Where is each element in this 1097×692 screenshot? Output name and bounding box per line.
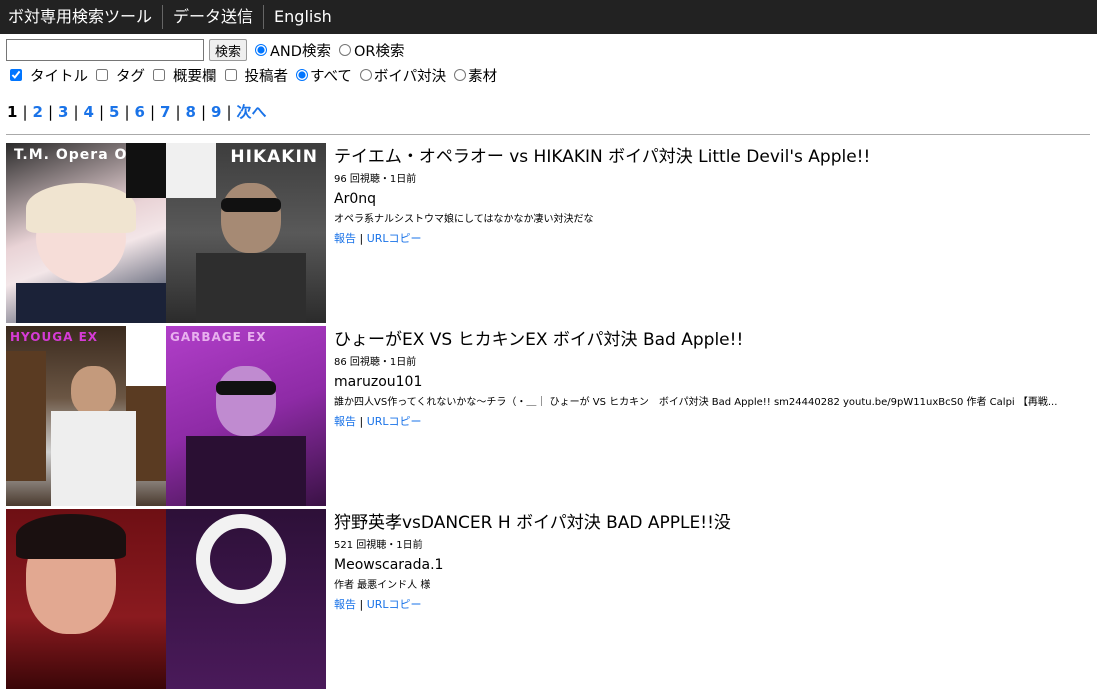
result-item: HYOUGA EX GARBAGE EX ひょーがEX VS ヒカキンEX ボイ…	[6, 326, 1097, 509]
nav-home[interactable]: ボ対専用検索ツール	[8, 5, 162, 29]
and-search-label: AND検索	[270, 43, 331, 60]
filter-poster-label: 投稿者	[244, 68, 289, 85]
nav-english[interactable]: English	[263, 5, 342, 29]
page-link-4[interactable]: 4	[84, 103, 94, 121]
or-search-option[interactable]: OR検索	[338, 40, 405, 61]
page-link-5[interactable]: 5	[109, 103, 119, 121]
page-current: 1	[7, 103, 18, 121]
pagination: 1 | 2 | 3 | 4 | 5 | 6 | 7 | 8 | 9 | 次へ	[7, 103, 267, 121]
result-actions: 報告 | URLコピー	[334, 232, 422, 245]
top-nav: ボ対専用検索ツール データ送信 English	[0, 0, 1097, 34]
video-uploader: maruzou101	[334, 374, 423, 390]
result-actions: 報告 | URLコピー	[334, 415, 422, 428]
video-thumbnail[interactable]: HYOUGA EX GARBAGE EX	[6, 326, 326, 506]
video-uploader: Meowscarada.1	[334, 557, 444, 573]
category-voipa-option[interactable]: ボイパ対決	[359, 65, 447, 86]
thumbnail-right-label: HIKAKIN	[230, 147, 318, 167]
thumbnail-left-label: T.M. Opera O	[14, 147, 128, 163]
nav-data-submit[interactable]: データ送信	[162, 5, 263, 29]
report-link[interactable]: 報告	[334, 598, 356, 611]
category-voipa-radio[interactable]	[359, 69, 372, 81]
category-voipa-label: ボイパ対決	[373, 68, 447, 85]
filter-poster-checkbox[interactable]	[224, 69, 237, 81]
video-meta: 86 回視聴・1日前	[334, 357, 417, 368]
and-search-option[interactable]: AND検索	[255, 40, 331, 61]
result-item: T.M. Opera O HIKAKIN テイエム・オペラオー vs HIKAK…	[6, 143, 1097, 326]
page-link-8[interactable]: 8	[186, 103, 196, 121]
filter-tag-label: タグ	[116, 68, 145, 85]
copy-url-link[interactable]: URLコピー	[367, 232, 422, 245]
report-link[interactable]: 報告	[334, 415, 356, 428]
or-search-label: OR検索	[353, 43, 405, 60]
video-title[interactable]: 狩野英孝vsDANCER H ボイパ対決 BAD APPLE!!没	[334, 511, 1091, 535]
video-description: 作者 最悪インド人 様	[334, 580, 431, 591]
search-button[interactable]: 検索	[209, 39, 248, 61]
page-link-3[interactable]: 3	[58, 103, 68, 121]
video-description: 誰か四人VS作ってくれないかな〜チラ（・＿｜ ひょーが VS ヒカキン ボイパ対…	[334, 397, 1058, 408]
video-title[interactable]: テイエム・オペラオー vs HIKAKIN ボイパ対決 Little Devil…	[334, 145, 1091, 169]
result-actions: 報告 | URLコピー	[334, 598, 422, 611]
thumbnail-right-label: GARBAGE EX	[170, 330, 267, 344]
filter-description-checkbox[interactable]	[153, 69, 165, 81]
video-meta: 521 回視聴・1日前	[334, 540, 423, 551]
thumbnail-left-label: HYOUGA EX	[10, 330, 99, 344]
report-link[interactable]: 報告	[334, 232, 356, 245]
search-row: 検索 AND検索 OR検索	[0, 34, 1097, 62]
filter-tag-option[interactable]: タグ	[96, 65, 145, 86]
thumbnail-left-panel	[6, 509, 166, 689]
result-list: T.M. Opera O HIKAKIN テイエム・オペラオー vs HIKAK…	[0, 143, 1097, 692]
result-info: ひょーがEX VS ヒカキンEX ボイパ対決 Bad Apple!! 86 回視…	[326, 326, 1091, 509]
filter-title-option[interactable]: タイトル	[10, 65, 88, 86]
result-item: 狩野英孝vsDANCER H ボイパ対決 BAD APPLE!!没 521 回視…	[6, 509, 1097, 692]
filter-description-option[interactable]: 概要欄	[153, 65, 217, 86]
video-thumbnail[interactable]: T.M. Opera O HIKAKIN	[6, 143, 326, 323]
thumbnail-right-panel: HIKAKIN	[166, 143, 326, 323]
page-link-6[interactable]: 6	[135, 103, 145, 121]
and-search-radio[interactable]	[255, 44, 268, 56]
video-description: オペラ系ナルシストウマ娘にしてはなかなか凄い対決だな	[334, 214, 594, 225]
filter-title-checkbox[interactable]	[10, 69, 22, 81]
copy-url-link[interactable]: URLコピー	[367, 415, 422, 428]
page-next[interactable]: 次へ	[237, 103, 267, 121]
search-input[interactable]	[6, 39, 204, 61]
page-link-2[interactable]: 2	[33, 103, 43, 121]
filter-row: タイトル タグ 概要欄 投稿者 すべて ボイパ対決 素材	[0, 62, 1097, 86]
filter-title-label: タイトル	[30, 68, 88, 85]
category-material-label: 素材	[468, 68, 498, 85]
thumbnail-right-panel: GARBAGE EX	[166, 326, 326, 506]
video-title[interactable]: ひょーがEX VS ヒカキンEX ボイパ対決 Bad Apple!!	[334, 328, 1091, 352]
thumbnail-right-panel	[166, 509, 326, 689]
category-all-label: すべて	[310, 68, 352, 85]
copy-url-link[interactable]: URLコピー	[367, 598, 422, 611]
page-link-9[interactable]: 9	[211, 103, 221, 121]
thumbnail-left-panel: T.M. Opera O	[6, 143, 166, 323]
thumbnail-left-panel: HYOUGA EX	[6, 326, 166, 506]
filter-tag-checkbox[interactable]	[96, 69, 108, 81]
video-thumbnail[interactable]	[6, 509, 326, 689]
result-info: テイエム・オペラオー vs HIKAKIN ボイパ対決 Little Devil…	[326, 143, 1091, 326]
video-uploader: Ar0nq	[334, 191, 376, 207]
filter-poster-option[interactable]: 投稿者	[224, 65, 289, 86]
divider	[6, 134, 1090, 135]
page-link-7[interactable]: 7	[160, 103, 170, 121]
result-info: 狩野英孝vsDANCER H ボイパ対決 BAD APPLE!!没 521 回視…	[326, 509, 1091, 692]
category-all-radio[interactable]	[296, 69, 308, 81]
filter-description-label: 概要欄	[173, 68, 217, 85]
video-meta: 96 回視聴・1日前	[334, 174, 417, 185]
category-material-option[interactable]: 素材	[454, 65, 497, 86]
or-search-radio[interactable]	[338, 44, 351, 56]
category-all-option[interactable]: すべて	[296, 65, 352, 86]
category-material-radio[interactable]	[454, 69, 467, 81]
